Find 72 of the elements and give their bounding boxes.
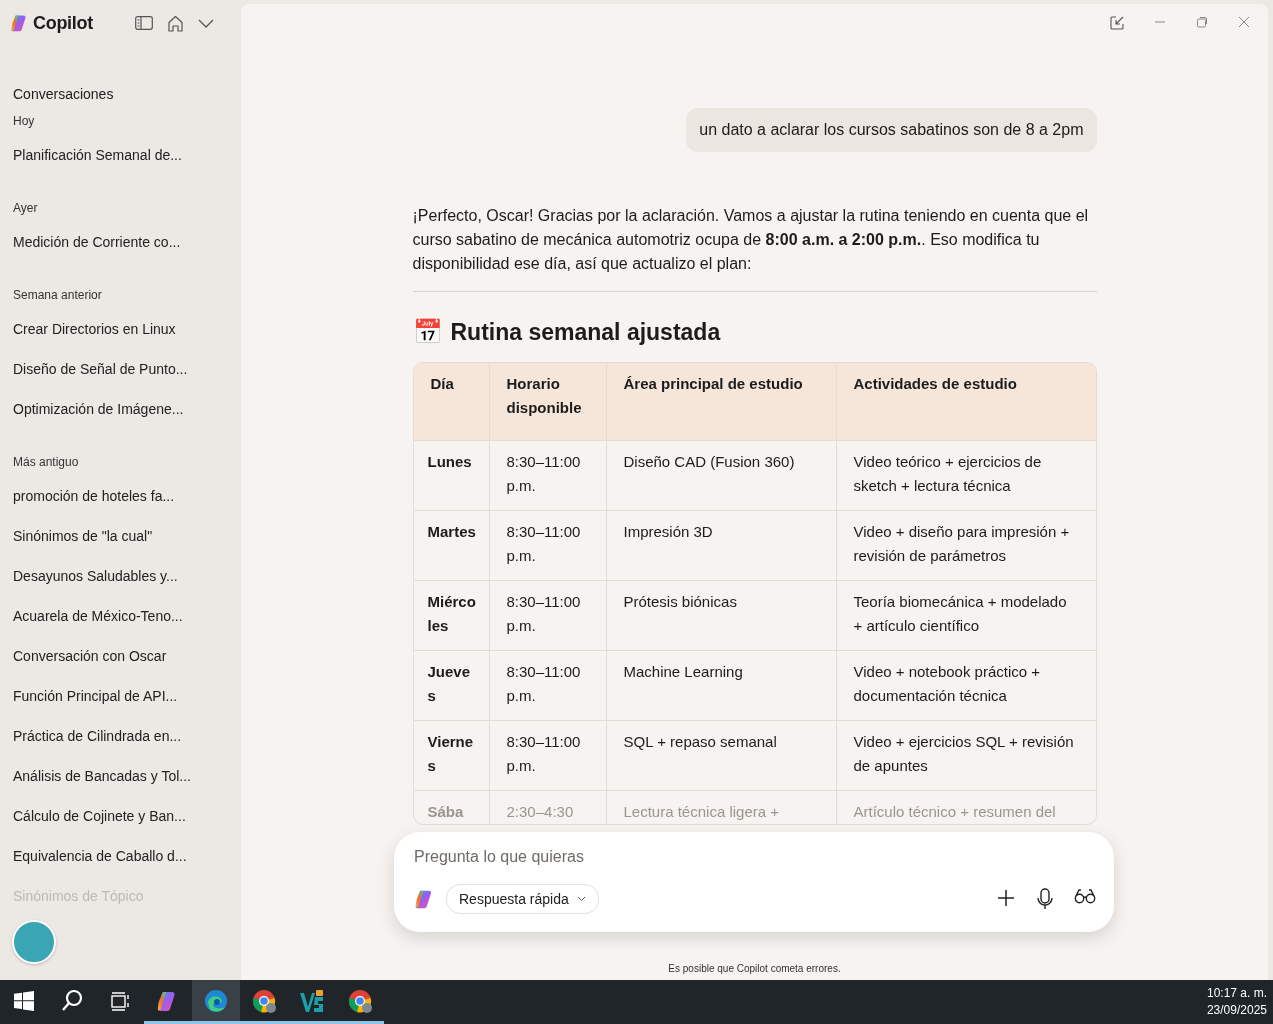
- assistant-reply: ¡Perfecto, Oscar! Gracias por la aclaración. Vamos a ajustar la rutina teniendo en cuenta que el curso sabatino de mecánica automotriz ocupa de 8:00 a.m. a 2:00 p.m.. Eso modifica tu disponibilidad ese día, así que actualizo el plan:: [412, 206, 1090, 274]
- table-cell: Machine Learning: [606, 651, 837, 721]
- clock-date: 23/09/2025: [1206, 1002, 1267, 1019]
- conversations-heading: Conversaciones: [13, 86, 115, 102]
- column-header: Actividades de estudio: [836, 363, 1096, 441]
- microphone-icon[interactable]: [1036, 888, 1054, 910]
- table-cell: Lunes: [413, 441, 490, 511]
- table-cell: 8:30–11:00 p.m.: [489, 721, 607, 791]
- section-title: Rutina semanal ajustada: [450, 318, 721, 346]
- disclaimer: Es posible que Copilot cometa errores.: [668, 963, 841, 974]
- conversation-item[interactable]: Sinónimos de "la cual": [0, 516, 240, 556]
- chevron-down-icon[interactable]: [198, 18, 214, 28]
- calendar-emoji: 📅: [412, 318, 443, 346]
- conversation-item[interactable]: Cálculo de Cojinete y Ban...: [0, 796, 240, 836]
- group-label: Hoy: [13, 114, 36, 128]
- table-cell: Miércoles: [413, 581, 490, 651]
- sidebar-toggle-icon[interactable]: [135, 16, 153, 30]
- conversation-item[interactable]: Análisis de Bancadas y Tol...: [0, 756, 240, 796]
- table-cell: Video + ejercicios SQL + revisión de apuntes: [836, 721, 1096, 791]
- avatar[interactable]: [12, 920, 56, 964]
- user-message: un dato a aclarar los cursos sabatinos son de 8 a 2pm: [686, 108, 1097, 152]
- table-cell-text: Artículo técnico + resumen del: [852, 802, 1057, 822]
- pop-out-icon[interactable]: [1110, 16, 1124, 32]
- table-cell: Sába: [413, 791, 490, 824]
- table-cell: Lectura técnica ligera +: [606, 791, 837, 824]
- table-cell: Viernes: [413, 721, 490, 791]
- table-cell: SQL + repaso semanal: [606, 721, 837, 791]
- message-input[interactable]: Pregunta lo que quieras: [414, 846, 1096, 868]
- conversation-item[interactable]: Acuarela de México-Teno...: [0, 596, 240, 636]
- table-cell: Video + notebook práctico + documentación técnica: [836, 651, 1096, 721]
- column-header: Horario disponible: [489, 363, 607, 441]
- conversation-item[interactable]: Crear Directorios en Linux: [0, 309, 240, 349]
- conversation-item[interactable]: Conversación con Oscar: [0, 636, 240, 676]
- app-icon: [299, 988, 325, 1013]
- windows-icon: [14, 990, 34, 1011]
- table-cell: 8:30–11:00 p.m.: [489, 581, 607, 651]
- column-header: Área principal de estudio: [606, 363, 837, 441]
- table-cell: Prótesis biónicas: [606, 581, 837, 651]
- search-icon: [60, 988, 84, 1013]
- task-view-icon: [110, 990, 130, 1011]
- conversation-item[interactable]: Equivalencia de Caballo d...: [0, 836, 240, 876]
- chrome-icon: [252, 988, 276, 1013]
- table-cell: Teoría biomecánica + modelado + artículo científico: [836, 581, 1096, 651]
- app-name: Copilot: [33, 12, 93, 34]
- conversation-item[interactable]: Función Principal de API...: [0, 676, 240, 716]
- group-label: Ayer: [13, 201, 39, 215]
- table-cell: Martes: [413, 511, 490, 581]
- conversation-item[interactable]: Diseño de Señal de Punto...: [0, 349, 240, 389]
- table-cell: Impresión 3D: [606, 511, 837, 581]
- table-cell: Video + diseño para impresión + revisión de parámetros: [836, 511, 1096, 581]
- edge-icon: [204, 988, 228, 1013]
- conversation-item[interactable]: promoción de hoteles fa...: [0, 476, 240, 516]
- caret-icon: [576, 896, 586, 902]
- table-cell: Jueves: [413, 651, 490, 721]
- table-cell: 8:30–11:00 p.m.: [489, 511, 607, 581]
- conversation-item[interactable]: Desayunos Saludables y...: [0, 556, 240, 596]
- conversation-item[interactable]: Medición de Corriente co...: [0, 222, 240, 262]
- table-cell: Video teórico + ejercicios de sketch + lectura técnica: [836, 441, 1096, 511]
- group-label: Más antiguo: [13, 455, 80, 469]
- table-cell: 8:30–11:00 p.m.: [489, 651, 607, 721]
- group-label: Semana anterior: [13, 288, 103, 302]
- clock-time: 10:17 a. m.: [1206, 985, 1267, 1002]
- column-header: Día: [413, 363, 490, 441]
- table-cell: 8:30–11:00 p.m.: [489, 441, 607, 511]
- table-cell: 2:30–4:30: [489, 791, 607, 824]
- conversation-item[interactable]: Práctica de Cilindrada en...: [0, 716, 240, 756]
- home-icon[interactable]: [167, 14, 184, 32]
- chrome-icon: [348, 988, 372, 1013]
- mode-dropdown[interactable]: Respuesta rápida: [446, 884, 599, 914]
- conversation-item[interactable]: Planificación Semanal de...: [0, 135, 240, 175]
- table-cell: Diseño CAD (Fusion 360): [606, 441, 837, 511]
- conversation-item[interactable]: Optimización de Imágene...: [0, 389, 240, 429]
